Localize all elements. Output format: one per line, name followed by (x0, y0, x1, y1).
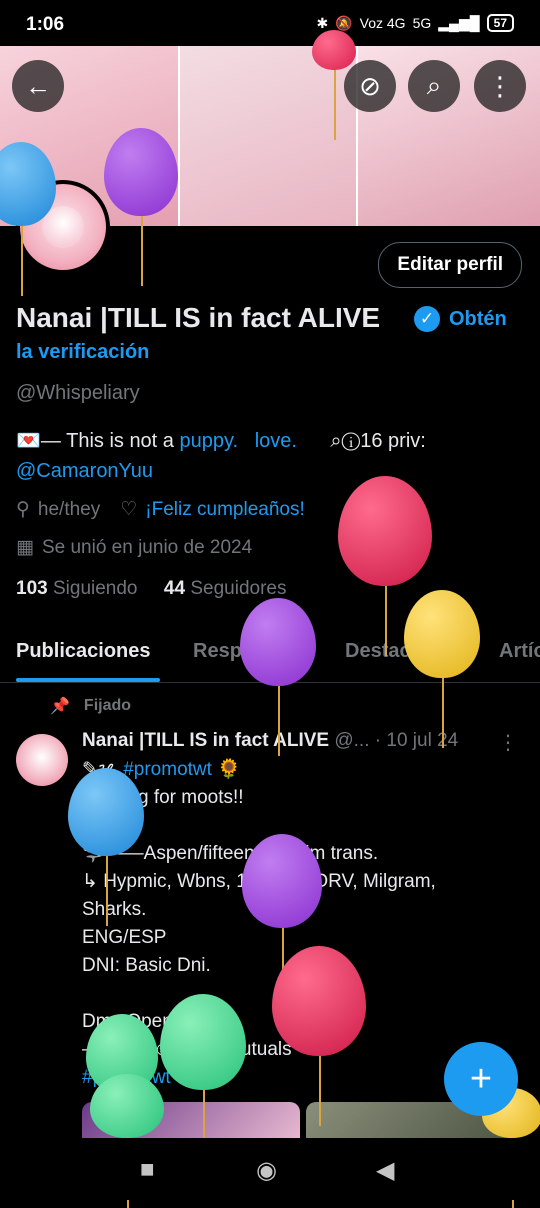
calendar-icon: ▦ (16, 537, 34, 558)
joined-date: Se unió en junio de 2024 (41, 536, 253, 558)
bio-mention[interactable]: @CamaronYuu (16, 460, 153, 482)
get-verified-link-continued[interactable]: la verificación (16, 341, 149, 364)
avatar-face (42, 206, 84, 248)
more-button[interactable]: ⋮ (474, 60, 526, 112)
post-line: ENG/ESP (82, 927, 167, 948)
get-verified-link[interactable]: Obtén (449, 308, 507, 331)
followers-count[interactable]: 44 (164, 578, 185, 599)
sunflower-icon: 🌻 (217, 759, 241, 780)
bio-link[interactable]: love. (255, 430, 297, 452)
clock: 1:06 (26, 14, 65, 35)
birthday-text: ¡Feliz cumpleaños! (145, 498, 305, 520)
bio-text: ⌕ⓘ16 priv: (330, 430, 426, 452)
pinned-indicator: 📌 Fijado (50, 696, 131, 716)
post-hashtag-line: ✎ᝰ #promotwt 🌻 (82, 756, 512, 784)
eye-slash-icon: ⊘ (359, 70, 381, 101)
system-nav-bar: ■ ◉ ◀ (0, 1138, 540, 1200)
balloon-decoration (240, 598, 316, 756)
post-hashtag[interactable]: #promotwt (123, 759, 212, 780)
profile-meta: ⚲ he/they ♡ ¡Feliz cumpleaños! (16, 498, 305, 521)
bluetooth-icon: ✱ (316, 14, 329, 31)
pin-icon: 📌 (50, 698, 70, 715)
tab-posts[interactable]: Publicaciones (16, 640, 151, 663)
search-button[interactable]: ⌕ (408, 60, 460, 112)
bio-link[interactable]: puppy. (179, 430, 238, 452)
recents-icon[interactable]: ■ (140, 1156, 155, 1184)
post-date[interactable]: · 10 jul 24 (375, 730, 458, 751)
home-icon[interactable]: ◉ (256, 1156, 277, 1185)
bio-text: 💌— This is not a (16, 430, 180, 452)
balloon-decoration (160, 994, 246, 1160)
balloon-decoration (312, 30, 356, 140)
tab-articles[interactable]: Artíc (499, 640, 540, 663)
post-author[interactable]: Nanai |TILL IS in fact ALIVE (82, 730, 329, 751)
battery-icon: 57 (486, 14, 514, 32)
balloon-decoration (272, 946, 366, 1126)
balloon-icon: ♡ (120, 499, 138, 520)
mute-icon: 🔕 (335, 14, 353, 31)
search-icon: ⌕ (426, 70, 442, 100)
joined-row: ▦ Se unió en junio de 2024 (16, 536, 252, 559)
pinned-label: Fijado (83, 697, 132, 714)
pronouns: he/they (37, 498, 101, 520)
compose-button[interactable]: + (444, 1042, 518, 1116)
follow-stats: 103 Siguiendo 44 Seguidores (16, 578, 286, 600)
followers-label[interactable]: Seguidores (190, 578, 286, 599)
balloon-decoration (338, 476, 432, 656)
balloon-decoration (242, 834, 322, 998)
post-handle[interactable]: @... (334, 730, 369, 751)
back-nav-icon[interactable]: ◀ (376, 1156, 394, 1185)
signal-icon: ▂▄▆█ (438, 14, 480, 31)
post-avatar[interactable] (16, 734, 68, 786)
balloon-decoration (404, 590, 480, 748)
balloon-decoration (90, 1074, 164, 1208)
post-line (82, 812, 512, 840)
active-tab-indicator (16, 678, 160, 682)
following-count[interactable]: 103 (16, 578, 48, 599)
more-vertical-icon: ⋮ (487, 70, 513, 101)
status-bar: 1:06 ✱ 🔕 Voz 4G 5G ▂▄▆█ 57 (0, 0, 540, 48)
profile-bio: 💌— This is not a puppy. love. ⌕ⓘ16 priv:… (16, 426, 524, 486)
hide-button[interactable]: ⊘ (344, 60, 396, 112)
profile-handle: @Whispeliary (16, 382, 140, 404)
location-pin-icon: ⚲ (16, 499, 30, 520)
balloon-decoration (68, 768, 144, 926)
signal-label: 5G (412, 15, 432, 31)
arrow-left-icon: ← (25, 70, 51, 101)
edit-profile-button[interactable]: Editar perfil (378, 242, 522, 288)
following-label[interactable]: Siguiendo (53, 578, 138, 599)
verified-badge-icon[interactable]: ✓ (414, 306, 440, 332)
balloon-decoration (104, 128, 178, 286)
post-more-icon[interactable]: ⋮ (498, 730, 518, 755)
plus-icon: + (469, 1057, 493, 1100)
banner-tile (180, 46, 358, 226)
post-line: Looking for moots!! (82, 787, 244, 808)
network-label: Voz 4G (359, 15, 406, 31)
post-header: Nanai |TILL IS in fact ALIVE @... · 10 j… (82, 730, 502, 752)
status-icons: ✱ 🔕 Voz 4G 5G ▂▄▆█ 57 (316, 14, 514, 32)
profile-name: Nanai |TILL IS in fact ALIVE (16, 302, 381, 333)
back-button[interactable]: ← (12, 60, 64, 112)
